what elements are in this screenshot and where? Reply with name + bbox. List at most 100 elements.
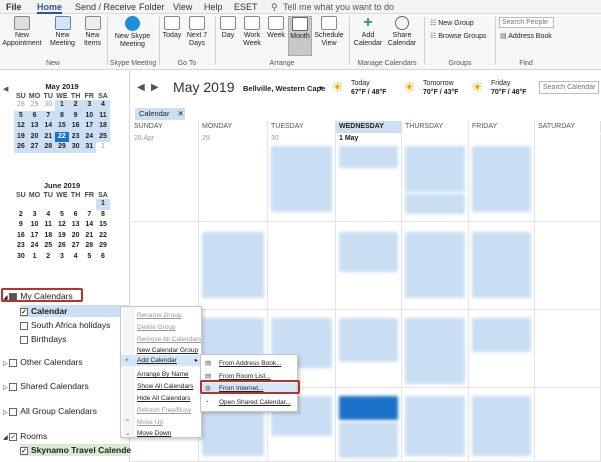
close-icon[interactable]: ✕: [178, 109, 184, 118]
calendar-day-cell[interactable]: [131, 222, 199, 310]
mini-calendar-day[interactable]: 1: [28, 252, 42, 263]
calendar-event[interactable]: [339, 422, 398, 458]
calendar-day-cell[interactable]: [535, 388, 601, 462]
calendar-day-cell[interactable]: [469, 388, 535, 462]
mini-calendar-day[interactable]: 1: [55, 100, 69, 111]
mini-calendar-day[interactable]: 10: [28, 220, 42, 231]
share-calendar-button[interactable]: Share Calendar: [386, 16, 418, 48]
mini-calendar-june[interactable]: June 2019 SU MO TU WE TH FR SA 1 2 3 4 5 6 7 8 9 10 11 12 1…: [14, 181, 110, 262]
tab-help[interactable]: Help: [204, 2, 223, 12]
mini-calendar-day[interactable]: 17: [82, 121, 97, 132]
mini-calendar-day[interactable]: 22: [55, 131, 69, 142]
mini-calendar-day[interactable]: 15: [96, 220, 110, 231]
mini-calendar-day[interactable]: 5: [55, 210, 69, 221]
calendar-event[interactable]: [405, 194, 465, 214]
calendar-day-cell[interactable]: [469, 134, 535, 222]
schedule-view-button[interactable]: Schedule View: [313, 16, 345, 48]
calendar-day-cell[interactable]: [402, 134, 469, 222]
mini-calendar-day[interactable]: 18: [41, 231, 55, 242]
mini-calendar-day[interactable]: 14: [41, 121, 56, 132]
mini-calendar-day[interactable]: 27: [69, 241, 83, 252]
calendar-day-cell[interactable]: [402, 388, 469, 462]
mini-calendar-day[interactable]: 13: [69, 220, 83, 231]
submenu-item-from-address-book[interactable]: ▤ From Address Book...: [201, 358, 297, 369]
new-meeting-button[interactable]: New Meeting: [45, 16, 80, 48]
calendar-event[interactable]: [339, 146, 398, 168]
calendar-day-cell[interactable]: [535, 222, 601, 310]
prev-arrow-icon[interactable]: ◀: [137, 82, 145, 93]
calendar-day-cell[interactable]: [336, 388, 402, 462]
mini-calendar-day[interactable]: 23: [14, 241, 28, 252]
month-view-button[interactable]: Month: [288, 16, 312, 56]
mini-calendar-day[interactable]: 16: [68, 121, 83, 132]
calendar-day-cell[interactable]: [336, 310, 402, 388]
calendar-event[interactable]: [339, 318, 398, 362]
calendar-event[interactable]: [339, 232, 398, 272]
calendar-event[interactable]: [405, 396, 465, 456]
mini-calendar-day[interactable]: 26: [55, 241, 69, 252]
calendar-item-skynamo[interactable]: Skynamo Travel Calender: [20, 444, 134, 456]
calendar-event[interactable]: [405, 318, 465, 384]
mini-calendar-day[interactable]: 30: [68, 142, 83, 153]
submenu-item-open-shared-calendar[interactable]: ◔ Open Shared Calendar...: [201, 397, 297, 408]
mini-calendar-day[interactable]: 11: [41, 220, 55, 231]
shared-calendars-group[interactable]: ▷ Shared Calendars: [3, 381, 89, 391]
calendar-day-cell[interactable]: 28 Apr: [131, 134, 199, 222]
calendar-day-cell[interactable]: 30: [268, 134, 336, 222]
mini-calendar-day[interactable]: 11: [96, 110, 110, 121]
context-menu-item-move-down[interactable]: Move Down ⌄: [121, 428, 201, 439]
weather-location[interactable]: Bellville, Western Cape: [243, 84, 325, 93]
search-people-input[interactable]: [499, 17, 554, 28]
group-checkbox[interactable]: [9, 432, 18, 441]
birthdays-checkbox[interactable]: [20, 335, 28, 344]
address-book-button[interactable]: ▤ Address Book: [500, 32, 552, 40]
calendar-event[interactable]: [472, 146, 531, 212]
mini-calendar-day[interactable]: 30: [41, 100, 55, 111]
search-calendar-input[interactable]: [539, 81, 599, 94]
holidays-checkbox[interactable]: [20, 321, 28, 330]
mini-calendar-day[interactable]: 21: [41, 131, 56, 142]
calendar-item-sa-holidays[interactable]: South Africa holidays: [20, 320, 110, 330]
tab-calendar[interactable]: Calendar ✕: [135, 108, 185, 120]
group-checkbox[interactable]: [9, 358, 18, 367]
mini-calendar-day[interactable]: 4: [69, 252, 83, 263]
location-dropdown-icon[interactable]: ▾: [319, 84, 323, 92]
mini-calendar-day[interactable]: 10: [82, 110, 97, 121]
new-items-button[interactable]: New Items: [80, 16, 105, 48]
mini-calendar-day[interactable]: 14: [82, 220, 96, 231]
calendar-day-cell[interactable]: [268, 222, 336, 310]
context-menu-item-hide-all-calendars[interactable]: Hide All Calendars: [121, 393, 201, 404]
mini-calendar-day[interactable]: 9: [14, 220, 28, 231]
mini-calendar-day[interactable]: 29: [28, 100, 42, 111]
mini-calendar-day[interactable]: 16: [14, 231, 28, 242]
mini-calendar-day[interactable]: 5: [14, 110, 28, 121]
group-checkbox[interactable]: [9, 382, 18, 391]
calendar-event[interactable]: [472, 396, 531, 456]
mini-calendar-day[interactable]: 7: [41, 110, 56, 121]
calendar-day-cell[interactable]: 1 May: [336, 134, 402, 222]
add-calendar-button[interactable]: + Add Calendar: [352, 15, 384, 48]
mini-calendar-day[interactable]: 8: [55, 110, 69, 121]
group-checkbox[interactable]: [9, 407, 18, 416]
skynamo-checkbox[interactable]: [20, 446, 28, 455]
next-7-days-button[interactable]: Next 7 Days: [185, 16, 209, 48]
mini-calendar-day[interactable]: 30: [14, 252, 28, 263]
mini-calendar-day[interactable]: 3: [28, 210, 42, 221]
mini-calendar-day[interactable]: 28: [41, 142, 56, 153]
rooms-group[interactable]: ◢ Rooms: [3, 431, 47, 441]
tab-home[interactable]: Home: [37, 2, 63, 14]
mini-calendar-day[interactable]: 1: [96, 142, 110, 153]
mini-calendar-day[interactable]: 25: [96, 131, 110, 142]
mini-calendar-day[interactable]: 28: [14, 100, 28, 111]
work-week-view-button[interactable]: Work Week: [240, 16, 264, 48]
mini-calendar-day[interactable]: 24: [82, 131, 97, 142]
mini-calendar-day[interactable]: 13: [27, 121, 42, 132]
tab-view[interactable]: View: [173, 2, 192, 12]
prev-month-icon[interactable]: ◀: [3, 85, 8, 93]
all-group-calendars-group[interactable]: ▷ All Group Calendars: [3, 406, 97, 416]
calendar-item-calendar[interactable]: Calendar: [20, 305, 128, 317]
mini-calendar-day[interactable]: 2: [14, 210, 28, 221]
new-group-button[interactable]: ☷ New Group: [430, 19, 474, 27]
mini-calendar-day[interactable]: 6: [69, 210, 83, 221]
mini-calendar-day[interactable]: 3: [82, 100, 97, 111]
